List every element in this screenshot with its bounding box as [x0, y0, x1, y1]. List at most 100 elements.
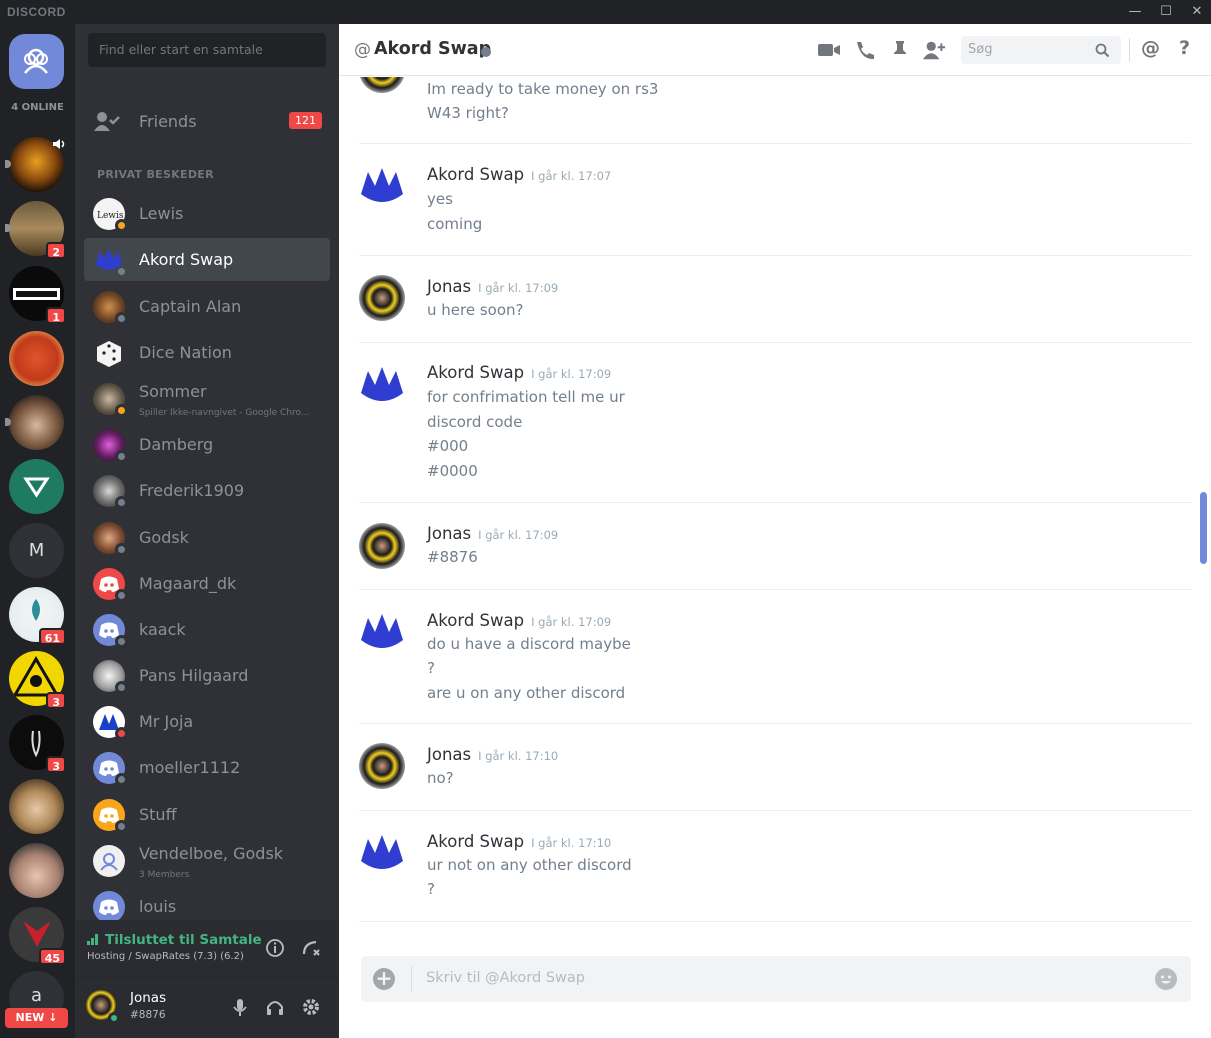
server-icon-red-wolf[interactable]: 45 [9, 907, 66, 965]
author-avatar[interactable] [359, 743, 405, 789]
server-icon-m[interactable]: M [9, 523, 64, 578]
message-author[interactable]: Akord Swap I går kl. 17:09 [427, 363, 611, 382]
dm-item-lewis[interactable]: Lewis Lewis [84, 192, 330, 235]
dm-name: Godsk [139, 528, 189, 547]
mention-badge: 45 [38, 948, 66, 965]
friends-icon [94, 112, 120, 131]
microphone-icon[interactable] [229, 996, 251, 1018]
gear-icon[interactable] [300, 996, 322, 1018]
conversation-search-input[interactable]: Find eller start en samtale [88, 33, 326, 67]
author-avatar[interactable] [359, 610, 405, 656]
dm-name: moeller1112 [139, 758, 241, 777]
mention-badge: 2 [46, 242, 66, 259]
dm-item-dice-nation[interactable]: Dice Nation [84, 331, 330, 374]
dm-item-sommer[interactable]: Sommer Spiller Ikke-navngivet - Google C… [84, 377, 330, 420]
mention-badge: 3 [46, 692, 66, 709]
close-icon[interactable]: ✕ [1188, 3, 1206, 21]
help-icon[interactable]: ? [1179, 37, 1190, 59]
new-unreads-button[interactable]: NEW ↓ [5, 1008, 68, 1028]
dm-item-moeller1112[interactable]: moeller1112 [84, 746, 330, 789]
server-icon-bunny[interactable]: 3 [9, 715, 66, 773]
home-button[interactable] [9, 34, 64, 89]
message-input[interactable]: Skriv til @Akord Swap [426, 970, 585, 986]
server-icon-blond[interactable] [9, 779, 64, 834]
mentions-icon[interactable]: @ [1141, 37, 1160, 59]
dm-item-magaard-dk[interactable]: Magaard_dk [84, 562, 330, 605]
dm-item-stuff[interactable]: Stuff [84, 793, 330, 836]
message-group: Akord Swap I går kl. 17:07 yes coming [359, 144, 1191, 256]
author-avatar[interactable] [359, 77, 405, 93]
author-avatar[interactable] [359, 831, 405, 877]
server-list: 4 ONLINE 2 1 M 61 3 3 45 a NEW ↓ [0, 24, 75, 1038]
voice-call-icon[interactable] [853, 39, 877, 61]
status-offline [115, 450, 128, 463]
dm-name: louis [139, 897, 177, 916]
video-call-icon[interactable] [817, 39, 841, 61]
dm-item-damberg[interactable]: Damberg [84, 423, 330, 466]
message-author[interactable]: Jonas I går kl. 17:09 [427, 524, 558, 543]
server-icon-person[interactable] [5, 395, 64, 450]
server-icon-toxic[interactable]: 3 [9, 651, 66, 709]
server-icon-face[interactable] [9, 843, 64, 898]
author-avatar[interactable] [359, 523, 405, 569]
author-avatar[interactable] [359, 164, 405, 210]
server-icon-fortnite[interactable]: 1 [9, 266, 66, 324]
server-icon-dd[interactable] [5, 137, 65, 192]
minimize-icon[interactable]: — [1126, 3, 1144, 21]
status-idle [115, 219, 128, 232]
add-friend-icon[interactable] [922, 39, 946, 61]
message-author[interactable]: Jonas I går kl. 17:09 [427, 277, 558, 296]
status-online [108, 1012, 120, 1024]
friends-button[interactable]: Friends 121 [84, 100, 330, 144]
voice-channel-name[interactable]: Hosting / SwapRates (7.3) (6.2) [87, 951, 244, 962]
dm-item-pans-hilgaard[interactable]: Pans Hilgaard [84, 654, 330, 697]
message-scrollbar[interactable] [1200, 492, 1207, 564]
message-author[interactable]: Akord Swap I går kl. 17:07 [427, 165, 611, 184]
dm-name: Lewis [139, 204, 184, 223]
author-avatar[interactable] [359, 275, 405, 321]
dm-name: Pans Hilgaard [139, 666, 249, 685]
mention-badge: 1 [46, 307, 66, 324]
user-tag: #8876 [130, 1009, 166, 1021]
message-group: Akord Swap I går kl. 17:09 for confrimati… [359, 343, 1191, 503]
connection-info-icon[interactable] [264, 937, 286, 959]
message-text: Im ready to take money on rs3 [427, 80, 659, 98]
message-text: are u on any other discord [427, 684, 626, 702]
server-icon-pumpkin[interactable]: 61 [9, 587, 66, 645]
dm-item-captain-alan[interactable]: Captain Alan [84, 285, 330, 328]
status-offline [115, 635, 128, 648]
author-avatar[interactable] [359, 363, 405, 409]
dm-item-frederik1909[interactable]: Frederik1909 [84, 469, 330, 512]
server-icon-2l4m[interactable]: 2 [5, 201, 66, 259]
dm-name: Vendelboe, Godsk [139, 844, 284, 863]
search-icon[interactable] [1095, 43, 1110, 58]
discord-logo: DISCORD [7, 5, 66, 19]
dm-item-group-vendelboe-godsk[interactable]: Vendelboe, Godsk 3 Members [84, 839, 330, 882]
message-text: ? [427, 659, 435, 677]
dm-item-kaack[interactable]: kaack [84, 608, 330, 651]
message-composer: + Skriv til @Akord Swap [361, 956, 1191, 1002]
headphones-icon[interactable] [264, 996, 286, 1018]
server-icon-pizza[interactable] [9, 331, 64, 386]
dm-item-godsk[interactable]: Godsk [84, 516, 330, 559]
message-timestamp: I går kl. 17:09 [531, 615, 612, 629]
dm-item-mr-joja[interactable]: Mr Joja [84, 700, 330, 743]
status-offline [115, 681, 128, 694]
avatar [93, 891, 125, 923]
message-author[interactable]: Jonas I går kl. 17:10 [427, 745, 558, 764]
upload-plus-icon[interactable]: + [373, 968, 395, 990]
message-timestamp: I går kl. 17:10 [478, 749, 559, 763]
maximize-icon[interactable]: ☐ [1157, 3, 1175, 21]
disconnect-icon[interactable] [300, 937, 322, 959]
message-text: no? [427, 769, 454, 787]
dm-item-akord-swap[interactable]: Akord Swap [84, 238, 330, 281]
dm-name: Akord Swap [139, 250, 234, 269]
message-author[interactable]: Akord Swap I går kl. 17:09 [427, 611, 611, 630]
message-text: #0000 [427, 462, 478, 480]
emoji-picker-icon[interactable] [1155, 968, 1177, 990]
dm-name: Captain Alan [139, 297, 242, 316]
message-text: u here soon? [427, 301, 524, 319]
server-icon-triangle[interactable] [9, 459, 64, 514]
pin-icon[interactable] [888, 39, 912, 61]
message-author[interactable]: Akord Swap I går kl. 17:10 [427, 832, 611, 851]
